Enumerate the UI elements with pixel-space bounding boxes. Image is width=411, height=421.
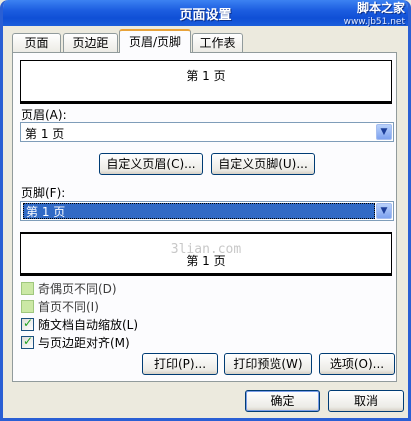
watermark-url: www.jb51.net [343,17,405,27]
first-page-checkbox[interactable] [21,300,34,313]
ok-button[interactable]: 确定 [245,390,320,412]
print-preview-button[interactable]: 打印预览(W) [224,353,312,375]
custom-footer-button[interactable]: 自定义页脚(U)... [211,153,315,175]
options-button[interactable]: 选项(O)... [319,353,395,375]
footer-preview: 3lian.com 第 1 页 [20,232,392,276]
align-margins-label: 与页边距对齐(M) [38,336,130,350]
tab-page[interactable]: 页面 [12,33,61,52]
header-preview: 第 1 页 [20,60,392,104]
footer-label: 页脚(F): [21,186,66,200]
scale-with-document-label: 随文档自动缩放(L) [38,318,139,332]
tab-sheet[interactable]: 工作表 [192,33,243,52]
first-page-label: 首页不同(I) [38,300,99,314]
header-select-value: 第 1 页 [25,127,65,141]
print-button[interactable]: 打印(P)... [142,353,218,375]
chevron-down-icon[interactable]: ▼ [376,203,392,219]
header-preview-text: 第 1 页 [186,69,226,83]
odd-even-label: 奇偶页不同(D) [38,282,117,296]
footer-preview-text: 第 1 页 [186,254,226,268]
chevron-down-icon[interactable]: ▼ [376,124,392,140]
tab-header-footer[interactable]: 页眉/页脚 [119,29,191,53]
footer-select-value: 第 1 页 [23,203,375,219]
scale-with-document-checkbox[interactable]: ✓ [21,316,34,331]
tab-margins[interactable]: 页边距 [63,33,118,52]
page-setup-dialog: 页面设置 脚本之家 www.jb51.net 页面 页边距 页眉/页脚 工作表 … [0,0,411,421]
footer-select[interactable]: 第 1 页 ▼ [20,201,394,221]
custom-header-button[interactable]: 自定义页眉(C)... [99,153,203,175]
header-label: 页眉(A): [21,108,67,122]
check-icon: ✓ [23,316,34,330]
cancel-button[interactable]: 取消 [328,390,404,412]
watermark-text: 脚本之家 [356,1,405,15]
check-icon: ✓ [23,334,34,348]
watermark-logo: 脚本之家 www.jb51.net [344,1,405,29]
align-margins-checkbox[interactable]: ✓ [21,334,34,349]
title-bar[interactable]: 页面设置 脚本之家 www.jb51.net [3,0,408,29]
odd-even-checkbox[interactable] [21,282,34,295]
header-select[interactable]: 第 1 页 ▼ [20,122,394,142]
